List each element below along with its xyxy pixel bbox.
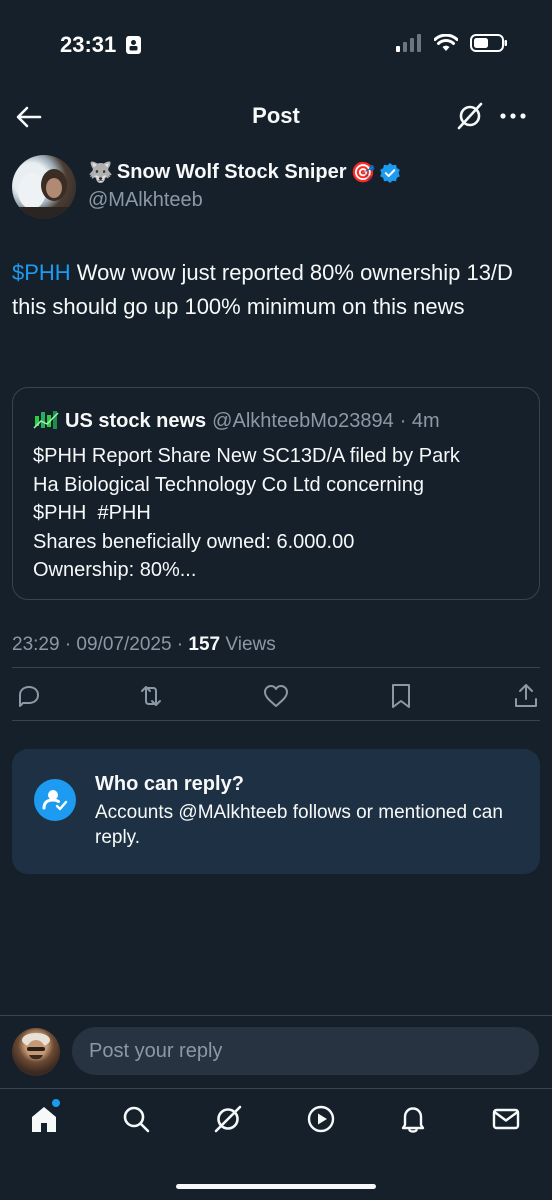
author-name: Snow Wolf Stock Sniper bbox=[116, 161, 347, 183]
quoted-text-line: Ha Biological Technology Co Ltd concerni… bbox=[33, 473, 424, 496]
avatar-image bbox=[12, 169, 76, 219]
post-screen: 23:31 Post 🐺 Snow Wolf Stock Sniper 🎯 @M… bbox=[0, 0, 552, 1200]
quoted-text-line: $PHH Report Share New SC13D/A filed by P… bbox=[33, 445, 460, 467]
repost-icon[interactable] bbox=[136, 681, 166, 711]
author-avatar[interactable] bbox=[12, 155, 76, 219]
home-notification-dot bbox=[52, 1099, 60, 1107]
tweet-body: Wow wow just reported 80% ownership 13/D… bbox=[12, 260, 513, 319]
reply-icon[interactable] bbox=[14, 681, 44, 711]
status-time: 23:31 bbox=[60, 32, 117, 57]
home-icon[interactable] bbox=[28, 1103, 60, 1135]
action-bar bbox=[0, 676, 552, 716]
more-icon[interactable] bbox=[498, 101, 528, 131]
who-can-reply-description: Accounts @MAlkhteeb follows or mentioned… bbox=[95, 802, 503, 848]
home-indicator bbox=[176, 1184, 376, 1189]
quoted-post-header: US stock news @AlkhteebMo23894 · 4m bbox=[33, 408, 440, 434]
quoted-author-name: US stock news bbox=[65, 409, 207, 432]
quoted-text-line: Ownership: 80%... bbox=[33, 559, 197, 581]
author-emoji-suffix: 🎯 bbox=[350, 162, 376, 184]
like-icon[interactable] bbox=[261, 681, 291, 711]
battery-icon bbox=[470, 34, 507, 52]
divider bbox=[12, 720, 540, 721]
tweet-text: $PHH Wow wow just reported 80% ownership… bbox=[12, 256, 540, 324]
post-timestamp: 23:29 · 09/07/2025 · bbox=[12, 634, 189, 655]
grok-icon[interactable] bbox=[212, 1103, 244, 1135]
focus-lock-icon bbox=[126, 36, 141, 54]
bookmark-icon[interactable] bbox=[386, 681, 416, 711]
author-name-row[interactable]: 🐺 Snow Wolf Stock Sniper 🎯 bbox=[88, 160, 401, 185]
who-can-reply-title: Who can reply? bbox=[95, 773, 244, 795]
quoted-author-handle: @AlkhteebMo23894 bbox=[212, 409, 394, 432]
signal-icon bbox=[396, 34, 421, 52]
reply-input[interactable] bbox=[72, 1027, 539, 1075]
status-bar: 23:31 bbox=[0, 0, 552, 90]
cashtag-link[interactable]: $PHH bbox=[12, 260, 71, 285]
post-meta: 23:29 · 09/07/2025 · 157 Views bbox=[12, 634, 276, 656]
views-count[interactable]: 157 bbox=[188, 634, 220, 655]
share-icon[interactable] bbox=[511, 681, 541, 711]
my-avatar[interactable] bbox=[12, 1028, 60, 1076]
quoted-post[interactable]: US stock news @AlkhteebMo23894 · 4m $PHH… bbox=[12, 387, 540, 600]
reply-restriction-icon bbox=[34, 779, 76, 821]
author-handle[interactable]: @MAlkhteeb bbox=[88, 189, 203, 212]
my-avatar-image bbox=[22, 1033, 50, 1060]
top-header: Post bbox=[0, 90, 552, 142]
quoted-post-text: $PHH Report Share New SC13D/A filed by P… bbox=[33, 442, 523, 585]
quoted-avatar-icon bbox=[33, 411, 59, 429]
wifi-icon bbox=[434, 34, 458, 51]
messages-icon[interactable] bbox=[490, 1103, 522, 1135]
verified-badge-icon bbox=[380, 162, 401, 183]
search-icon[interactable] bbox=[120, 1103, 152, 1135]
views-label: Views bbox=[220, 634, 276, 655]
quoted-text-line: $PHH #PHH bbox=[33, 502, 151, 524]
who-can-reply-card: Who can reply? Accounts @MAlkhteeb follo… bbox=[12, 749, 540, 874]
author-emoji-prefix: 🐺 bbox=[88, 162, 113, 184]
divider bbox=[0, 1015, 552, 1016]
notifications-icon[interactable] bbox=[397, 1103, 429, 1135]
grok-icon[interactable] bbox=[455, 101, 485, 131]
divider bbox=[12, 667, 540, 668]
quoted-text-line: Shares beneficially owned: 6.000.00 bbox=[33, 530, 355, 553]
quoted-post-time: · 4m bbox=[399, 409, 440, 432]
video-icon[interactable] bbox=[305, 1103, 337, 1135]
status-icons bbox=[396, 34, 508, 52]
